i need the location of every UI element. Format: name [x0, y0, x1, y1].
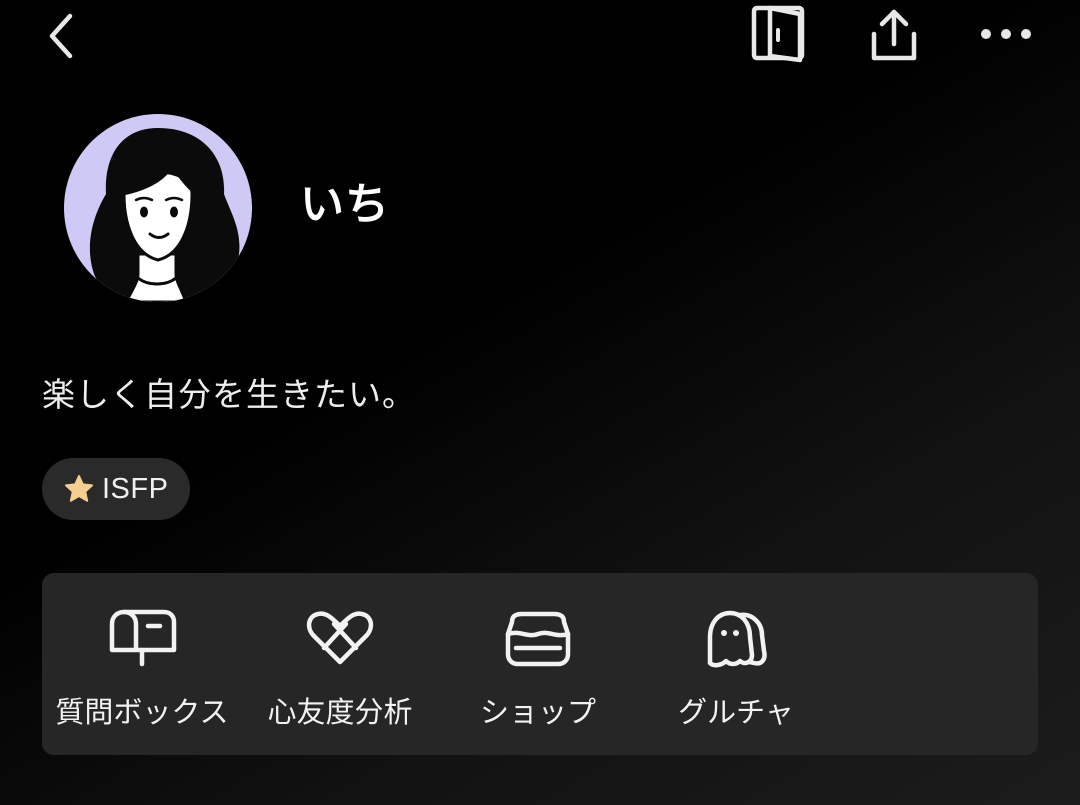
- menu-item-label: グルチャ: [678, 695, 794, 729]
- mailbox-icon: [109, 609, 177, 667]
- menu-item-friendship-analysis[interactable]: 心友度分析: [240, 573, 440, 755]
- menu-item-label: 心友度分析: [267, 695, 413, 729]
- personality-tag[interactable]: ISFP: [42, 458, 191, 520]
- door-icon: [751, 5, 805, 63]
- girl-avatar-illustration: [89, 128, 240, 302]
- menu-item-label: 質問ボックス: [55, 695, 229, 729]
- lunchbox-icon: [505, 611, 571, 667]
- ghosts-icon: [707, 610, 767, 668]
- avatar[interactable]: [64, 114, 252, 302]
- menu-item-shop[interactable]: ショップ: [438, 573, 638, 755]
- feature-menu: 質問ボックス 心友度分析 ショップ グルチャ: [42, 573, 1038, 755]
- star-icon: [65, 475, 93, 502]
- back-button[interactable]: [30, 6, 90, 66]
- share-button[interactable]: [858, 0, 930, 68]
- hearts-icon: [306, 611, 374, 665]
- share-upload-icon: [871, 9, 917, 61]
- profile-name: いち: [300, 179, 390, 230]
- more-options-button[interactable]: [970, 4, 1042, 64]
- menu-item-label: ショップ: [479, 695, 596, 729]
- tag-label: ISFP: [102, 472, 169, 505]
- chevron-left-icon: [49, 13, 73, 59]
- more-horizontal-icon: [981, 29, 1031, 39]
- profile-bio: 楽しく自分を生きたい。: [42, 375, 416, 414]
- menu-item-question-box[interactable]: 質問ボックス: [42, 573, 242, 755]
- exit-door-button[interactable]: [742, 0, 814, 68]
- menu-item-group-chat[interactable]: グルチャ: [636, 573, 836, 755]
